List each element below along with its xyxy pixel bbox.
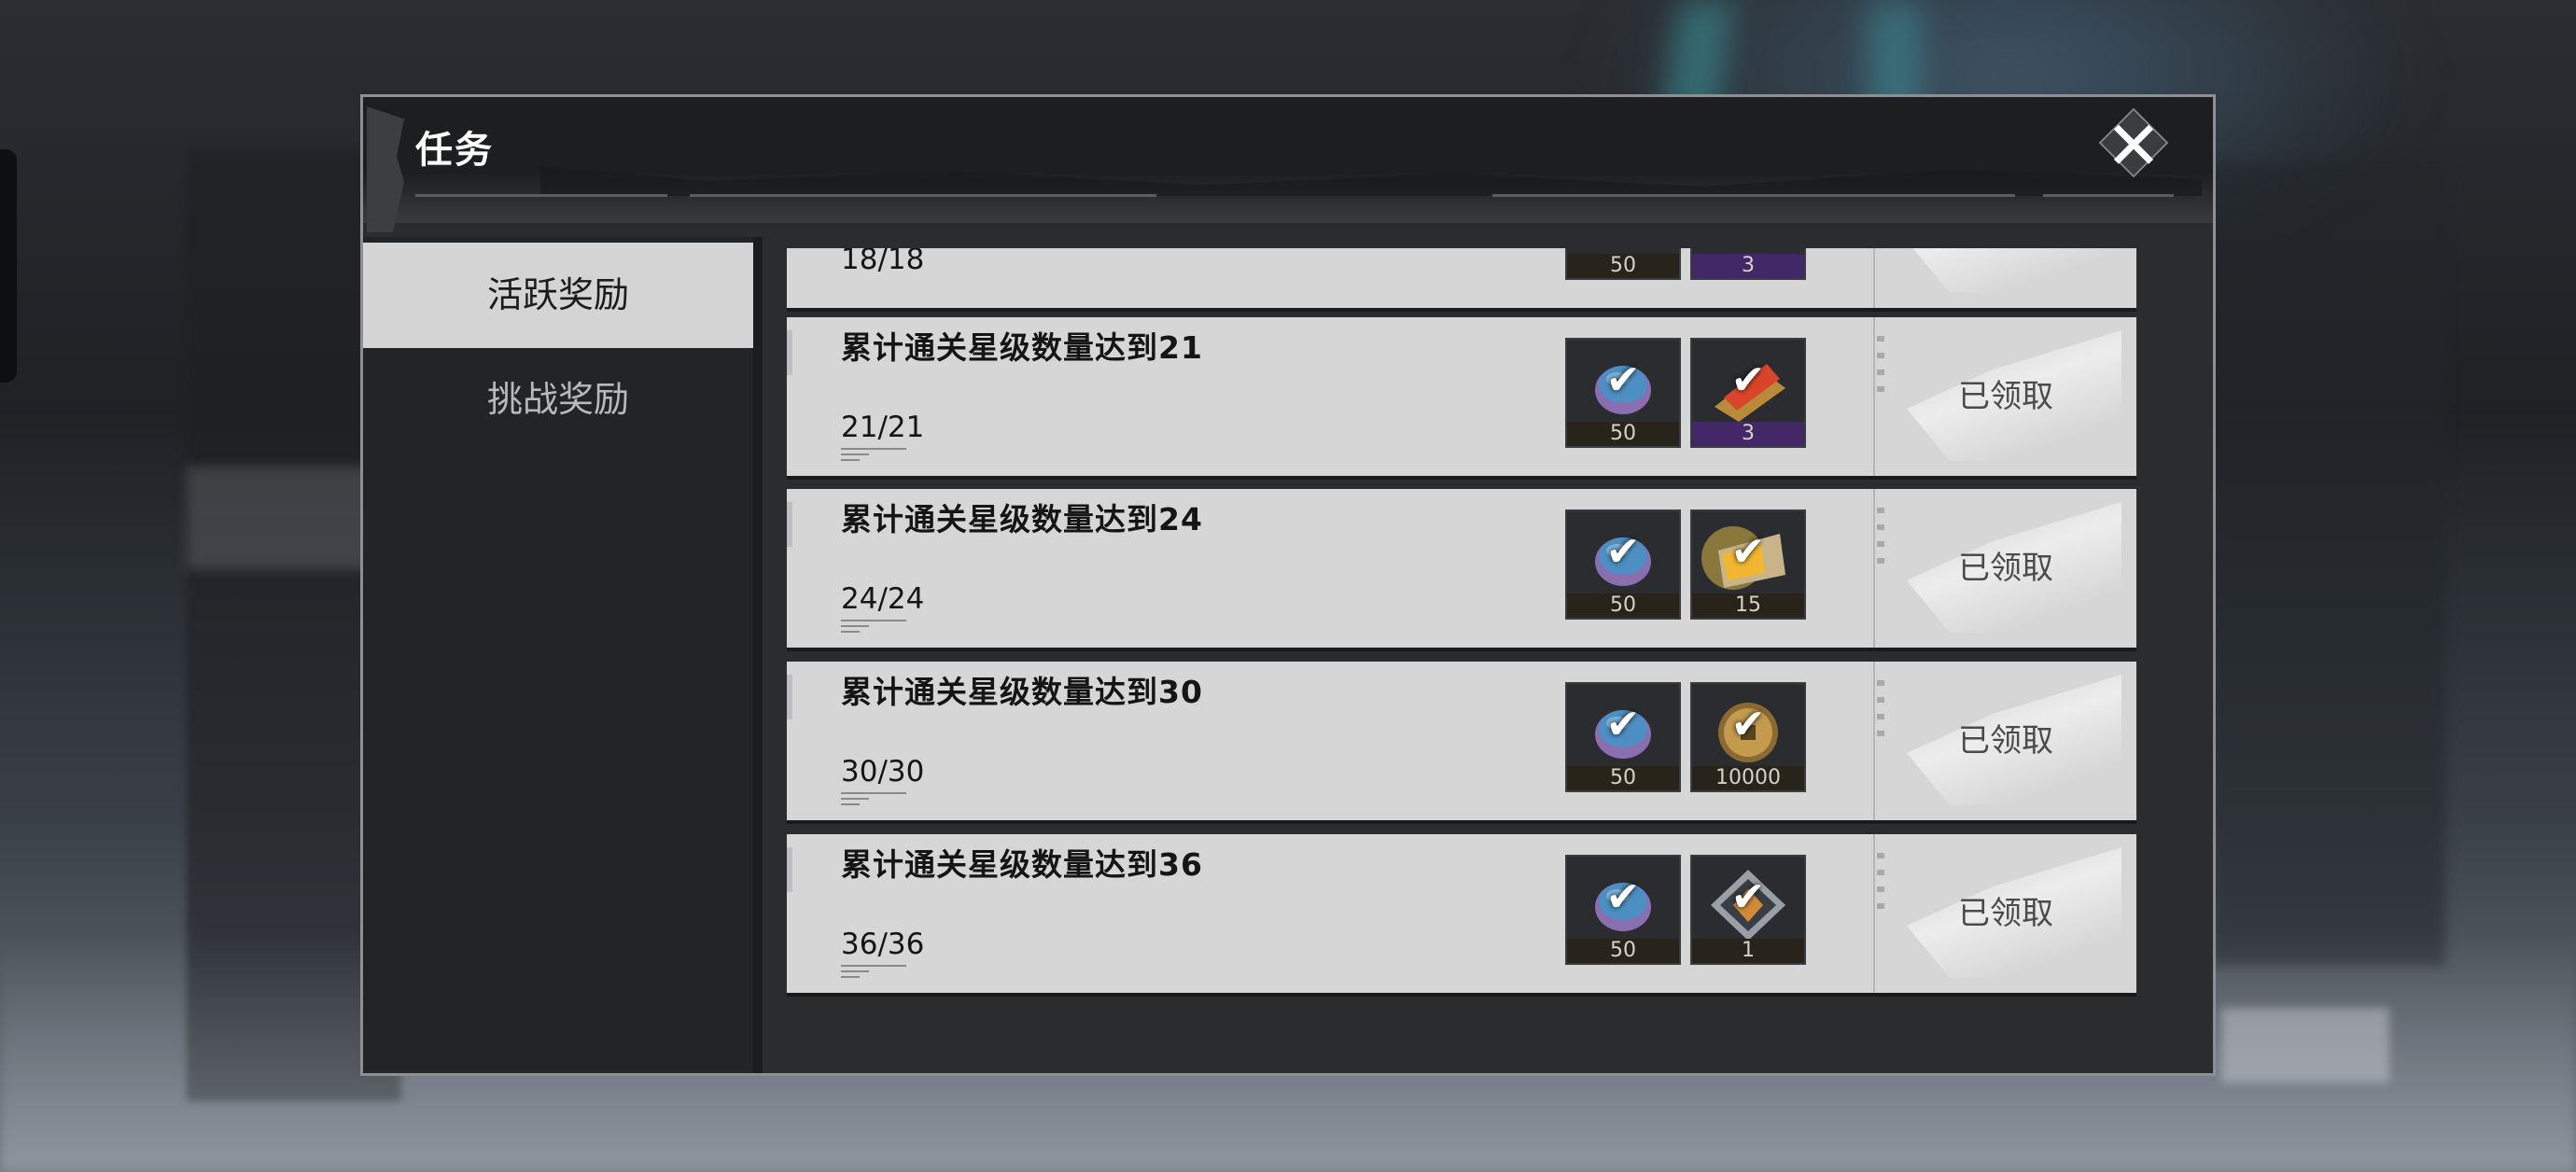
- claimed-check-icon: ✔: [1730, 356, 1766, 404]
- claimed-check-icon: ✔: [1605, 873, 1641, 921]
- claimed-status[interactable]: 已领取: [1894, 489, 2118, 648]
- task-card: 累计通关星级数量达到21 21/21 ✔ 50 ✔ 3 已领取: [787, 317, 2136, 476]
- claimed-check-icon: ✔: [1730, 528, 1766, 576]
- reward-slot[interactable]: 50: [1565, 248, 1681, 280]
- reward-count: 1: [1742, 939, 1755, 962]
- claimed-check-icon: ✔: [1605, 528, 1641, 576]
- reward-count: 15: [1735, 593, 1761, 617]
- task-progress: 18/18: [841, 248, 925, 276]
- screen-edge: [0, 149, 17, 383]
- reward-count: 3: [1742, 422, 1755, 445]
- dialog-header: 任务 ✕: [363, 97, 2213, 232]
- header-divider: [1492, 194, 2015, 197]
- task-progress: 30/30: [841, 755, 925, 788]
- task-title: 累计通关星级数量达到36: [841, 846, 1203, 883]
- header-stripe: [363, 97, 2213, 223]
- task-dialog: 任务 ✕ 活跃奖励 挑战奖励 18/18 50 3 累计通关星级数量达到21 2…: [360, 94, 2216, 1076]
- reward-count: 50: [1610, 766, 1636, 789]
- close-button[interactable]: ✕: [2092, 107, 2176, 183]
- brush-stroke-decoration: [1907, 248, 2121, 293]
- claimed-check-icon: ✔: [1730, 873, 1766, 921]
- header-divider: [2043, 194, 2174, 197]
- reward-count: 50: [1610, 939, 1636, 962]
- claimed-status[interactable]: 已领取: [1894, 317, 2118, 476]
- fine-print-decoration: [841, 448, 916, 465]
- header-divider: [415, 194, 667, 197]
- side-mark-decoration: [1875, 853, 1888, 965]
- reward-count: 10000: [1715, 766, 1781, 789]
- tab-column: 活跃奖励 挑战奖励: [363, 237, 763, 1073]
- task-title: 累计通关星级数量达到21: [841, 329, 1203, 366]
- side-mark-decoration: [1875, 336, 1888, 448]
- claimed-status[interactable]: 已领取: [1894, 834, 2118, 993]
- task-card: 累计通关星级数量达到24 24/24 ✔ 50 ✔ 15 已领取: [787, 489, 2136, 648]
- side-mark-decoration: [1875, 680, 1888, 792]
- reward-count: 50: [1610, 422, 1636, 445]
- reward-slot[interactable]: ✔ 10000: [1690, 682, 1806, 792]
- reward-slot[interactable]: ✔ 50: [1565, 682, 1681, 792]
- reward-count: 50: [1610, 593, 1636, 617]
- reward-count: 50: [1610, 254, 1636, 277]
- claimed-check-icon: ✔: [1730, 701, 1766, 748]
- card-divider: [1873, 248, 1875, 308]
- tab-column-edge: [753, 237, 763, 1073]
- task-card: 累计通关星级数量达到30 30/30 ✔ 50 ✔ 10000 已领取: [787, 662, 2136, 820]
- reward-slot[interactable]: ✔ 3: [1690, 338, 1806, 448]
- task-progress: 24/24: [841, 582, 925, 616]
- tab-challenge-rewards[interactable]: 挑战奖励: [363, 347, 753, 453]
- side-mark-decoration: [1875, 508, 1888, 620]
- reward-slot[interactable]: 3: [1690, 248, 1806, 280]
- task-card: 累计通关星级数量达到36 36/36 ✔ 50 ✔ 1 已领取: [787, 834, 2136, 993]
- claimed-status[interactable]: 已领取: [1894, 662, 2118, 820]
- reward-slot[interactable]: ✔ 1: [1690, 855, 1806, 965]
- task-list[interactable]: 18/18 50 3 累计通关星级数量达到21 21/21 ✔ 50 ✔ 3 已…: [787, 248, 2140, 1073]
- header-divider: [690, 194, 1156, 197]
- task-title: 累计通关星级数量达到24: [841, 501, 1203, 537]
- claimed-check-icon: ✔: [1605, 701, 1641, 748]
- task-progress: 36/36: [841, 928, 925, 961]
- fine-print-decoration: [841, 965, 916, 982]
- task-card: 18/18 50 3: [787, 248, 2136, 308]
- tab-active-rewards[interactable]: 活跃奖励: [363, 243, 753, 348]
- task-title: 累计通关星级数量达到30: [841, 674, 1203, 710]
- task-progress: 21/21: [841, 411, 925, 444]
- dialog-title: 任务: [415, 129, 494, 172]
- bg-right-panel: [2212, 163, 2445, 966]
- claimed-check-icon: ✔: [1605, 356, 1641, 404]
- close-icon: ✕: [2105, 106, 2163, 185]
- reward-slot[interactable]: ✔ 50: [1565, 509, 1681, 620]
- reward-slot[interactable]: ✔ 50: [1565, 855, 1681, 965]
- fine-print-decoration: [841, 792, 916, 809]
- reward-slot[interactable]: ✔ 50: [1565, 338, 1681, 448]
- fine-print-decoration: [841, 620, 916, 636]
- reward-slot[interactable]: ✔ 15: [1690, 509, 1806, 620]
- reward-count: 3: [1742, 254, 1755, 277]
